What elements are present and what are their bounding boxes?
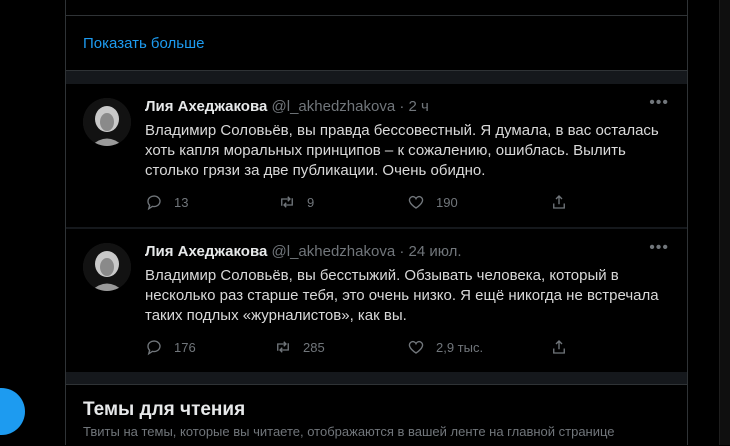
avatar[interactable]: [83, 243, 131, 291]
more-options-icon[interactable]: •••: [649, 94, 669, 112]
topics-section: Темы для чтения Твиты на темы, которые в…: [66, 384, 687, 446]
divider: [66, 15, 687, 16]
author-handle[interactable]: @l_akhedzhakova: [272, 98, 396, 115]
separator-dot: ·: [399, 98, 405, 115]
author-name[interactable]: Лия Ахеджакова: [145, 98, 267, 115]
topics-title: Темы для чтения: [83, 399, 246, 420]
retweet-icon: [281, 196, 293, 208]
like-button[interactable]: 190: [407, 193, 458, 211]
section-separator: [66, 71, 687, 84]
avatar-image: [83, 98, 131, 146]
section-separator: [66, 372, 687, 384]
separator-dot: ·: [399, 243, 405, 260]
reply-icon: [147, 195, 161, 211]
share-icon: [553, 340, 565, 354]
author-handle[interactable]: @l_akhedzhakova: [272, 243, 396, 260]
heart-icon: [408, 195, 424, 209]
retweet-icon: [277, 341, 289, 353]
like-count: 2,9 тыс.: [436, 339, 484, 355]
tweet-header: Лия Ахеджакова @l_akhedzhakova · 24 июл.: [145, 242, 462, 262]
heart-icon: [408, 340, 424, 354]
retweet-count: 9: [307, 194, 315, 210]
author-name[interactable]: Лия Ахеджакова: [145, 243, 267, 260]
compose-tweet-button[interactable]: [0, 388, 25, 435]
retweet-count: 285: [303, 339, 325, 355]
timeline: Показать больше Лия Ахеджакова @l_akhedz…: [65, 0, 688, 445]
show-more-link[interactable]: Показать больше: [83, 35, 204, 52]
reply-count: 176: [174, 339, 196, 355]
tweet-timestamp[interactable]: 24 июл.: [409, 243, 462, 260]
retweet-button[interactable]: 9: [278, 193, 314, 211]
scrollbar[interactable]: [719, 0, 730, 445]
share-icon: [553, 195, 565, 209]
avatar-image: [83, 243, 131, 291]
reply-button[interactable]: 176: [145, 338, 196, 356]
reply-button[interactable]: 13: [145, 193, 188, 211]
retweet-button[interactable]: 285: [274, 338, 325, 356]
tweet-header: Лия Ахеджакова @l_akhedzhakova · 2 ч: [145, 97, 429, 117]
share-button[interactable]: [550, 338, 568, 356]
like-button[interactable]: 2,9 тыс.: [407, 338, 483, 356]
tweet-actions: 13 9 190: [145, 193, 645, 215]
reply-count: 13: [174, 194, 189, 210]
tweet-actions: 176 285 2,9 тыс.: [145, 338, 645, 360]
more-options-icon[interactable]: •••: [649, 239, 669, 257]
like-count: 190: [436, 194, 458, 210]
avatar[interactable]: [83, 98, 131, 146]
tweet-text: Владимир Соловьёв, вы правда бессовестны…: [145, 122, 659, 179]
topics-subtitle: Твиты на темы, которые вы читаете, отобр…: [83, 424, 615, 439]
tweet[interactable]: Лия Ахеджакова @l_akhedzhakova · 2 ч •••…: [66, 84, 687, 228]
reply-icon: [147, 340, 161, 356]
tweet-text: Владимир Соловьёв, вы бесстыжий. Обзыват…: [145, 267, 659, 324]
share-button[interactable]: [550, 193, 568, 211]
tweet[interactable]: Лия Ахеджакова @l_akhedzhakova · 24 июл.…: [66, 229, 687, 373]
show-more-section: Показать больше: [66, 0, 687, 71]
tweet-timestamp[interactable]: 2 ч: [409, 98, 429, 115]
